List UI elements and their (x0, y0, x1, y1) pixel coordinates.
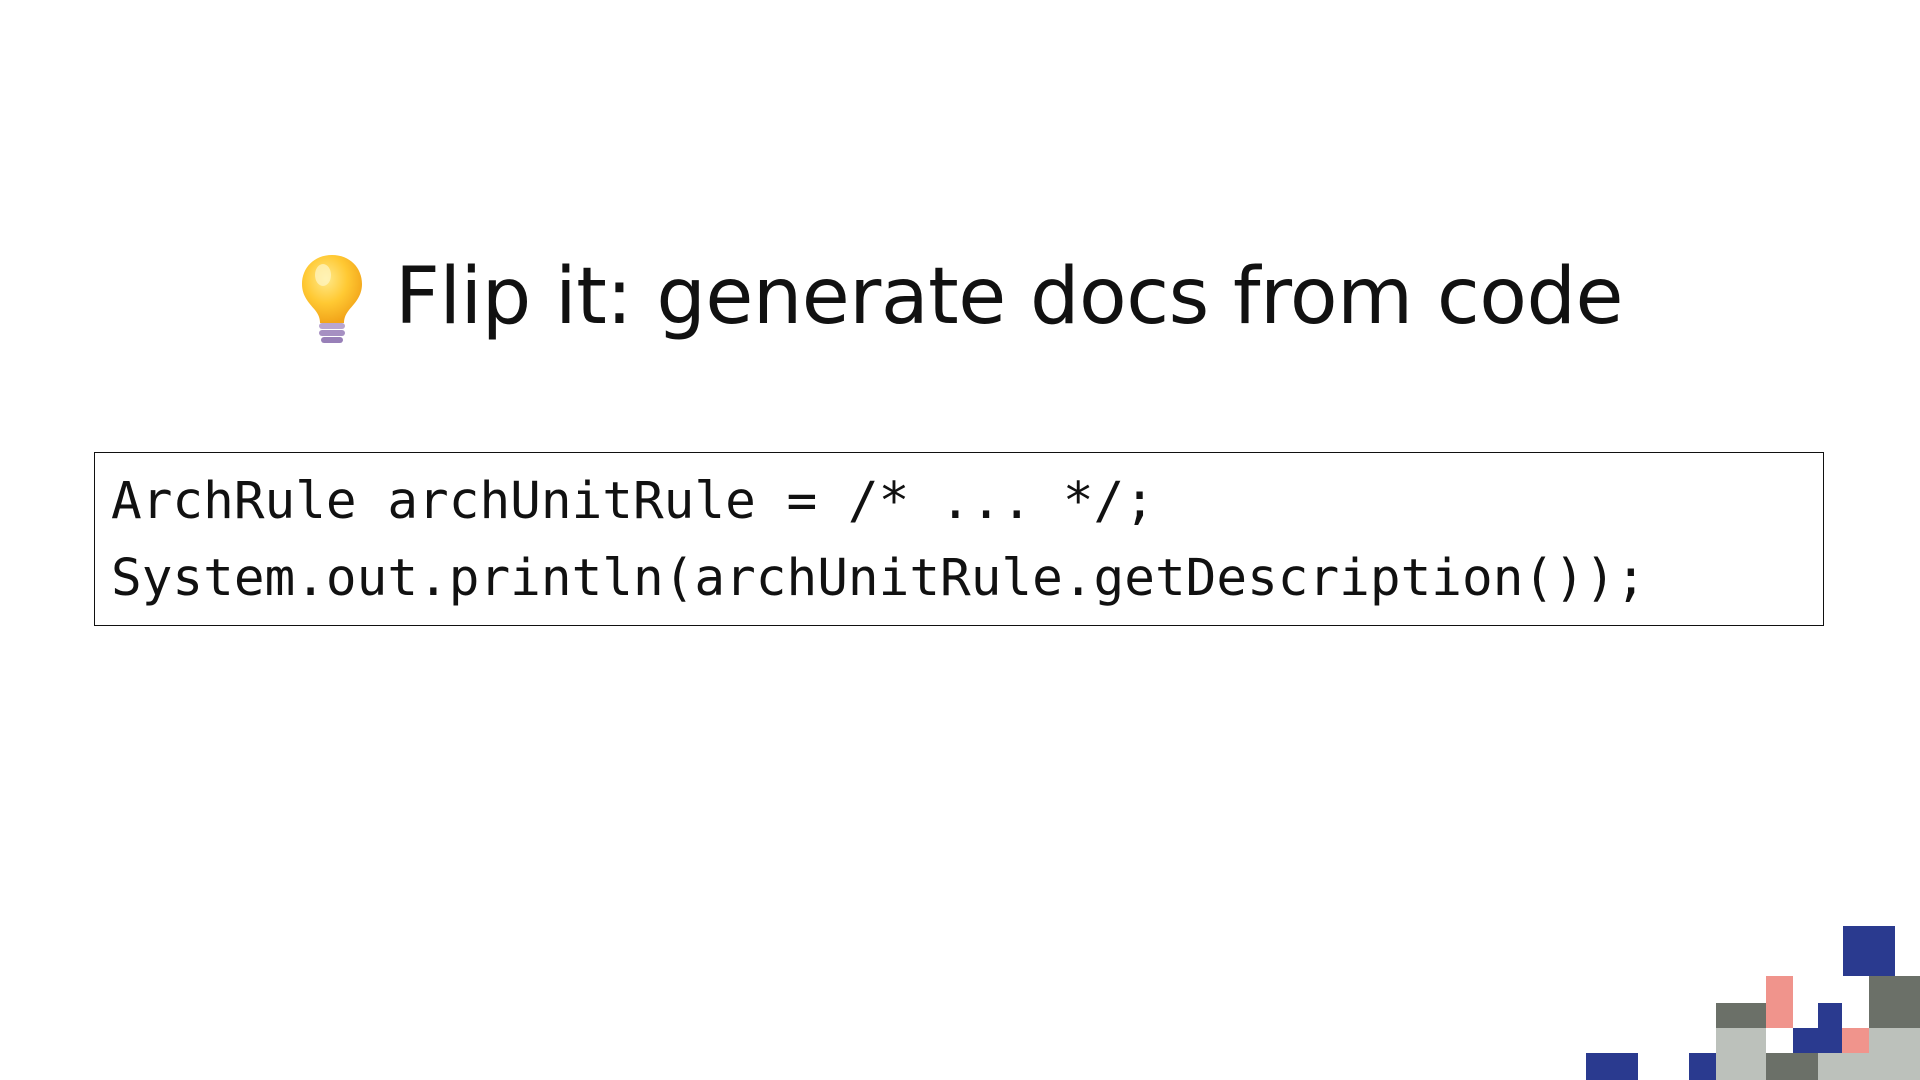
deco-square-dark-gray (1869, 976, 1920, 1028)
code-line: System.out.println(archUnitRule.getDescr… (111, 549, 1647, 608)
deco-square-pink (1766, 976, 1793, 1028)
deco-square-light-gray (1818, 1053, 1869, 1080)
deco-square-blue (1843, 926, 1895, 976)
slide-title-text: Flip it: generate docs from code (395, 252, 1623, 342)
deco-square-blue (1586, 1053, 1638, 1080)
slide: Flip it: generate docs from code ArchRul… (0, 0, 1920, 1080)
slide-title: Flip it: generate docs from code (0, 242, 1920, 352)
deco-square-blue (1689, 1053, 1716, 1080)
lightbulb-icon-graphic (302, 255, 363, 343)
deco-square-blue (1793, 1028, 1842, 1053)
deco-square-light-gray (1869, 1028, 1920, 1080)
lightbulb-icon (297, 251, 367, 347)
deco-square-light-gray (1716, 1028, 1766, 1080)
code-block: ArchRule archUnitRule = /* ... */; System… (94, 452, 1824, 626)
deco-square-dark-gray (1716, 1003, 1766, 1053)
deco-square-dark-gray (1766, 1053, 1818, 1080)
deco-square-pink (1842, 1028, 1869, 1053)
deco-square-blue (1818, 1003, 1842, 1053)
code-line: ArchRule archUnitRule = /* ... */; (111, 472, 1155, 531)
